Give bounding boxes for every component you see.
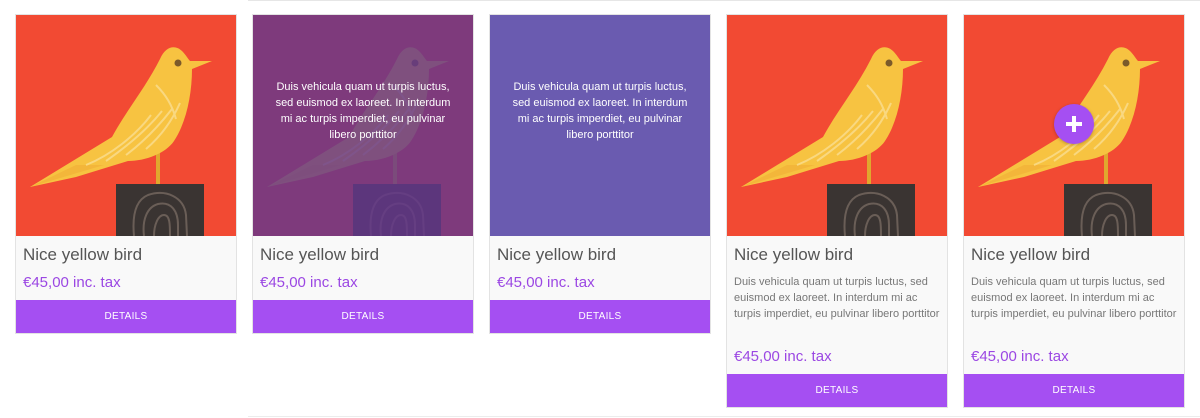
product-price: €45,00 inc. tax (734, 348, 832, 365)
product-title: Nice yellow bird (497, 245, 617, 264)
overlay-description: Duis vehicula quam ut turpis luctus, sed… (275, 80, 451, 141)
product-title: Nice yellow bird (734, 245, 854, 264)
product-card[interactable]: Nice yellow bird €45,00 inc. tax DETAILS (15, 14, 237, 334)
product-image[interactable]: Duis vehicula quam ut turpis luctus, sed… (253, 15, 473, 236)
product-title: Nice yellow bird (23, 245, 143, 264)
product-image[interactable] (16, 15, 236, 236)
plus-icon (1066, 116, 1082, 132)
product-description: Duis vehicula quam ut turpis luctus, sed… (734, 276, 940, 320)
bird-illustration-icon (727, 15, 947, 236)
top-divider (248, 0, 1200, 1)
details-button[interactable]: DETAILS (964, 374, 1184, 407)
add-to-cart-button[interactable] (1054, 104, 1094, 144)
product-price: €45,00 inc. tax (971, 348, 1069, 365)
product-image[interactable] (964, 15, 1184, 236)
bird-illustration-icon (16, 15, 236, 236)
description-overlay: Duis vehicula quam ut turpis luctus, sed… (253, 15, 473, 236)
product-price: €45,00 inc. tax (497, 274, 595, 291)
product-card[interactable]: Nice yellow bird Duis vehicula quam ut t… (726, 14, 948, 408)
product-title: Nice yellow bird (260, 245, 380, 264)
product-price: €45,00 inc. tax (23, 274, 121, 291)
product-image[interactable]: Duis vehicula quam ut turpis luctus, sed… (490, 15, 710, 236)
product-card[interactable]: Duis vehicula quam ut turpis luctus, sed… (252, 14, 474, 334)
product-image[interactable] (727, 15, 947, 236)
description-overlay: Duis vehicula quam ut turpis luctus, sed… (490, 15, 710, 236)
details-button[interactable]: DETAILS (16, 300, 236, 333)
details-button[interactable]: DETAILS (727, 374, 947, 407)
product-description: Duis vehicula quam ut turpis luctus, sed… (971, 276, 1177, 320)
details-button[interactable]: DETAILS (490, 300, 710, 333)
product-title: Nice yellow bird (971, 245, 1091, 264)
bottom-divider (248, 416, 1200, 417)
product-price: €45,00 inc. tax (260, 274, 358, 291)
overlay-description: Duis vehicula quam ut turpis luctus, sed… (512, 80, 688, 141)
details-button[interactable]: DETAILS (253, 300, 473, 333)
product-card[interactable]: Nice yellow bird Duis vehicula quam ut t… (963, 14, 1185, 408)
product-card[interactable]: Duis vehicula quam ut turpis luctus, sed… (489, 14, 711, 334)
